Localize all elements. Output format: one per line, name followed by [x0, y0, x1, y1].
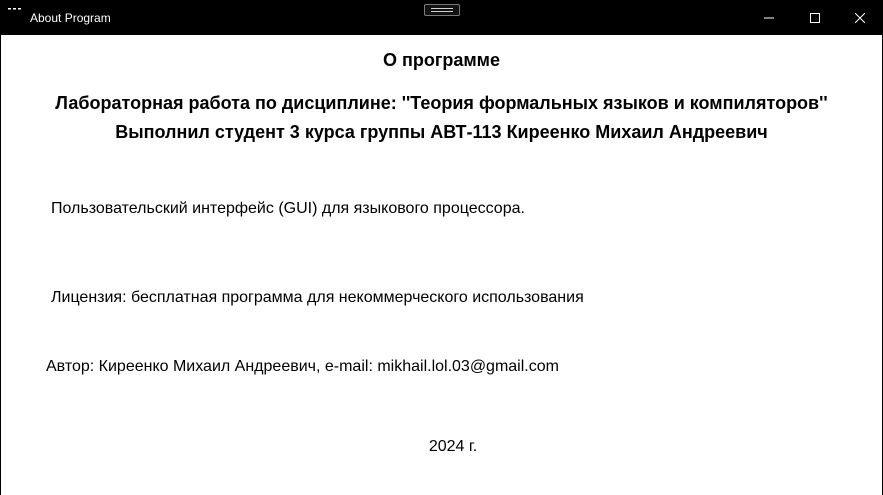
window-title: About Program — [30, 11, 111, 25]
about-window: About Program О программе Лабораторная р… — [0, 0, 883, 495]
program-description: Пользовательский интерфейс (GUI) для язы… — [51, 200, 525, 217]
license-text: Лицензия: бесплатная программа для неком… — [51, 289, 584, 306]
drag-handle-icon[interactable] — [424, 4, 460, 16]
subject-line: Лабораторная работа по дисциплине: ''Тео… — [55, 93, 828, 113]
close-icon — [855, 12, 865, 23]
year-text: 2024 г. — [428, 438, 478, 455]
minimize-button[interactable] — [746, 0, 792, 35]
app-icon — [8, 8, 21, 10]
author-text: Автор: Киреенко Михаил Андреевич, e-mail… — [46, 358, 559, 375]
title-bar[interactable]: About Program — [0, 0, 883, 35]
close-button[interactable] — [837, 0, 883, 35]
minimize-icon — [764, 17, 774, 18]
page-title: О программе — [382, 50, 500, 70]
student-line: Выполнил студент 3 курса группы АВТ-113 … — [115, 122, 768, 142]
maximize-icon — [810, 12, 820, 23]
maximize-button[interactable] — [792, 0, 838, 35]
